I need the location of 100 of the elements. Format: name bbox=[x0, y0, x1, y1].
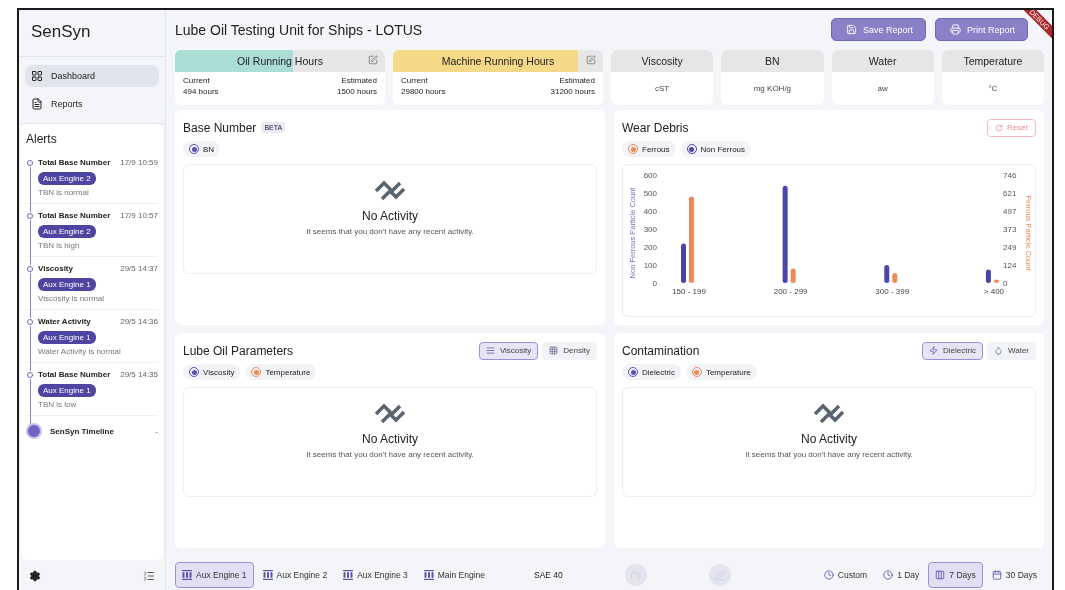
axis-tick: 200 - 299 bbox=[773, 287, 808, 297]
nav-item[interactable]: Reports bbox=[25, 93, 159, 115]
clock-icon bbox=[823, 570, 834, 581]
app-logo: SenSyn bbox=[19, 10, 165, 57]
unit-label: aw bbox=[876, 83, 889, 95]
bar bbox=[985, 269, 991, 284]
field-value: 1500 hours bbox=[336, 86, 377, 96]
save-icon bbox=[845, 24, 857, 36]
field-label: Estimated bbox=[341, 75, 377, 85]
collapse-icon[interactable] bbox=[143, 570, 155, 582]
engine-tag: Aux Engine 1 bbox=[38, 384, 96, 397]
engine-tag: Aux Engine 1 bbox=[38, 331, 96, 344]
lines-icon bbox=[485, 346, 495, 356]
range-button[interactable]: 30 Days bbox=[984, 562, 1044, 589]
bar bbox=[790, 268, 796, 284]
card-title: Machine Running Hours bbox=[441, 54, 555, 67]
bar bbox=[993, 279, 999, 284]
unit-label: °C bbox=[987, 83, 999, 95]
alert-time: 17/9 10:59 bbox=[120, 158, 158, 167]
card-title: Temperature bbox=[941, 49, 1044, 72]
alert-message: Viscosity is normal bbox=[38, 294, 106, 303]
axis-tick: 497 bbox=[1003, 207, 1017, 217]
range-button[interactable]: 1 Day bbox=[876, 562, 927, 589]
card-title: Viscosity bbox=[611, 49, 714, 72]
alert-message: TBN is high bbox=[38, 241, 81, 250]
axis-tick: 124 bbox=[1003, 261, 1017, 271]
alert-title: Viscosity bbox=[38, 264, 73, 273]
calendar-icon bbox=[991, 570, 1002, 581]
axis-tick: 600 bbox=[643, 171, 657, 181]
nav-item[interactable]: Dashboard bbox=[25, 65, 159, 87]
avatar-icon bbox=[26, 423, 42, 439]
report-button[interactable]: Save Report bbox=[830, 18, 926, 42]
timeline-value: - bbox=[155, 426, 158, 436]
printer-icon bbox=[949, 24, 961, 36]
panel-title: Base Number bbox=[183, 120, 257, 135]
axis-tick: 100 bbox=[643, 261, 657, 271]
droplet-icon bbox=[993, 346, 1003, 356]
card-title: Oil Running Hours bbox=[237, 54, 323, 67]
engine-tag: Aux Engine 2 bbox=[38, 225, 96, 238]
axis-tick: 746 bbox=[1003, 171, 1017, 181]
range-button[interactable]: 7 Days bbox=[928, 562, 983, 589]
legend-chip[interactable]: Non Ferrous bbox=[680, 141, 752, 158]
dashboard-icon bbox=[31, 70, 43, 82]
empty-title: No Activity bbox=[362, 209, 418, 224]
engine-icon bbox=[343, 570, 354, 581]
field-value: 29800 hours bbox=[401, 86, 446, 96]
clock-icon bbox=[883, 570, 894, 581]
legend-chip[interactable]: Dielectric bbox=[622, 364, 681, 381]
legend-chip[interactable]: Temperature bbox=[685, 364, 757, 381]
empty-text: It seems that you don't have any recent activity. bbox=[306, 450, 474, 460]
engine-icon bbox=[182, 570, 192, 581]
field-value: 31200 hours bbox=[550, 86, 595, 96]
grid-icon bbox=[549, 346, 559, 356]
axis-tick: 150 - 199 bbox=[672, 287, 706, 297]
page-title: Lube Oil Testing Unit for Ships - LOTUS bbox=[175, 21, 423, 38]
alert-title: Total Base Number bbox=[38, 370, 111, 379]
toggle-button[interactable]: Dielectric bbox=[922, 341, 983, 360]
engine-icon bbox=[262, 570, 273, 581]
toggle-button[interactable]: Density bbox=[542, 341, 597, 360]
engine-tag: Aux Engine 1 bbox=[38, 278, 96, 291]
activity-icon bbox=[374, 179, 406, 202]
toggle-button[interactable]: Viscosity bbox=[478, 341, 539, 360]
engine-icon bbox=[423, 570, 434, 581]
empty-text: It seems that you don't have any recent activity. bbox=[745, 450, 913, 460]
alert-time: 17/9 10:57 bbox=[120, 211, 158, 220]
alerts-title: Alerts bbox=[26, 132, 58, 146]
axis-tick: 200 bbox=[643, 243, 657, 253]
alert-message: Water Activity is normal bbox=[38, 347, 122, 356]
edit-icon[interactable] bbox=[586, 54, 596, 65]
range-button[interactable]: Custom bbox=[816, 562, 875, 589]
field-label: Current bbox=[183, 75, 210, 85]
settings-icon[interactable] bbox=[29, 570, 41, 582]
alert-title: Total Base Number bbox=[38, 158, 111, 167]
axis-tick: 400 bbox=[643, 207, 657, 217]
legend-chip[interactable]: BN bbox=[183, 141, 221, 158]
edit-icon[interactable] bbox=[368, 54, 378, 65]
document-icon bbox=[31, 98, 43, 110]
legend-chip[interactable]: Ferrous bbox=[622, 141, 676, 158]
axis-tick: 0 bbox=[1003, 279, 1008, 289]
alert-time: 29/5 14:36 bbox=[120, 317, 158, 326]
panel-title: Contamination bbox=[622, 343, 700, 358]
axis-tick: 500 bbox=[643, 189, 657, 199]
legend-chip[interactable]: Viscosity bbox=[183, 364, 241, 381]
toggle-button[interactable]: Water bbox=[986, 341, 1036, 360]
field-label: Estimated bbox=[559, 75, 595, 85]
empty-text: It seems that you don't have any recent activity. bbox=[306, 227, 474, 237]
engine-tab[interactable]: Aux Engine 3 bbox=[336, 562, 415, 589]
engine-tab[interactable]: Aux Engine 1 bbox=[175, 562, 254, 589]
field-value: 494 hours bbox=[183, 86, 219, 96]
empty-title: No Activity bbox=[801, 432, 857, 447]
alert-message: TBN is low bbox=[38, 400, 78, 409]
engine-tab[interactable]: Main Engine bbox=[416, 562, 492, 589]
empty-title: No Activity bbox=[362, 432, 418, 447]
card-title: Water bbox=[831, 49, 934, 72]
legend-chip[interactable]: Temperature bbox=[245, 364, 317, 381]
report-button[interactable]: Print Report bbox=[934, 18, 1028, 42]
engine-tab[interactable]: Aux Engine 2 bbox=[255, 562, 335, 589]
unit-label: mg KOH/g bbox=[752, 83, 793, 95]
panel-title: Lube Oil Parameters bbox=[183, 343, 294, 358]
card-title: BN bbox=[721, 49, 824, 72]
